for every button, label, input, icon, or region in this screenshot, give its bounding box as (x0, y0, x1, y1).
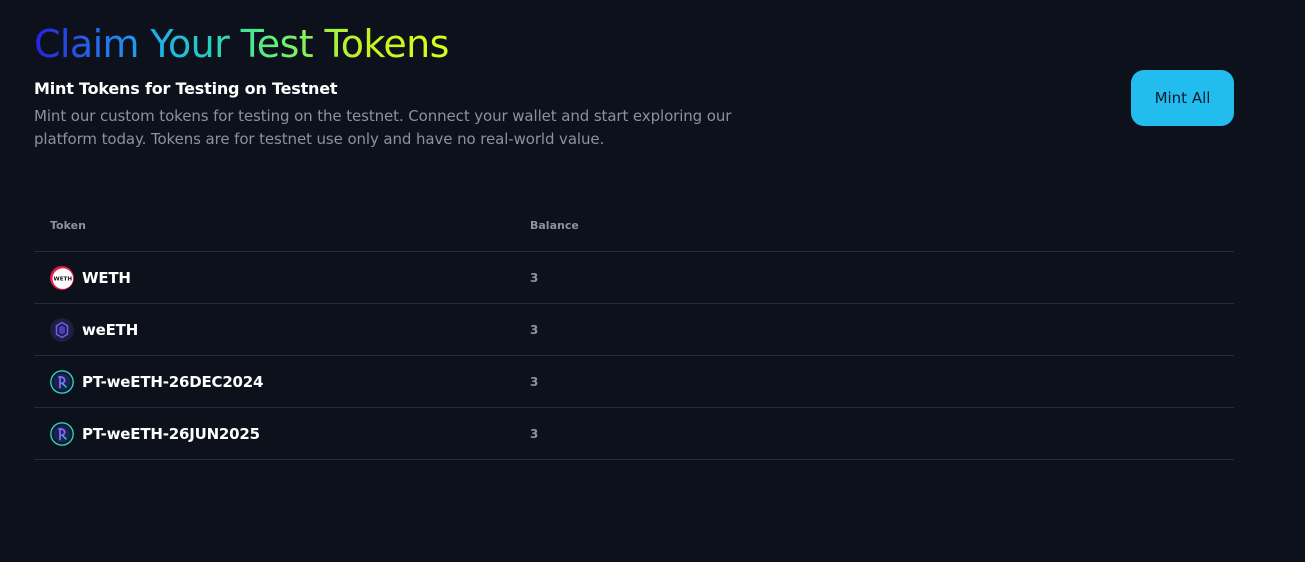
svg-text:WETH: WETH (54, 277, 73, 283)
token-name: PT-weETH-26DEC2024 (82, 373, 264, 391)
token-name: weETH (82, 321, 139, 339)
weth-icon: WETH (50, 266, 74, 290)
mint-all-button[interactable]: Mint All (1131, 70, 1234, 126)
token-cell[interactable]: WETH WETH (50, 266, 131, 290)
token-table: Token Balance WETH WETH 3 weETH 3 PT-weE… (34, 200, 1234, 460)
table-header: Token Balance (34, 200, 1234, 252)
token-balance: 3 (530, 323, 539, 337)
token-name: PT-weETH-26JUN2025 (82, 425, 260, 443)
table-row: WETH WETH 3 (34, 252, 1234, 304)
token-cell[interactable]: PT-weETH-26JUN2025 (50, 422, 260, 446)
pendle-pt-icon (50, 370, 74, 394)
token-balance: 3 (530, 427, 539, 441)
token-cell[interactable]: weETH (50, 318, 138, 342)
token-balance: 3 (530, 375, 539, 389)
pendle-pt-icon (50, 422, 74, 446)
token-cell[interactable]: PT-weETH-26DEC2024 (50, 370, 263, 394)
table-row: PT-weETH-26DEC2024 3 (34, 356, 1234, 408)
page-subtitle: Mint Tokens for Testing on Testnet (34, 79, 338, 98)
column-header-balance: Balance (530, 219, 579, 232)
table-row: weETH 3 (34, 304, 1234, 356)
weeth-icon (50, 318, 74, 342)
page: Claim Your Test Tokens Mint Tokens for T… (0, 0, 1305, 562)
column-header-token: Token (50, 219, 86, 232)
page-description: Mint our custom tokens for testing on th… (34, 107, 732, 148)
token-balance: 3 (530, 271, 539, 285)
token-name: WETH (82, 269, 131, 287)
table-row: PT-weETH-26JUN2025 3 (34, 408, 1234, 460)
page-title: Claim Your Test Tokens (34, 22, 449, 66)
